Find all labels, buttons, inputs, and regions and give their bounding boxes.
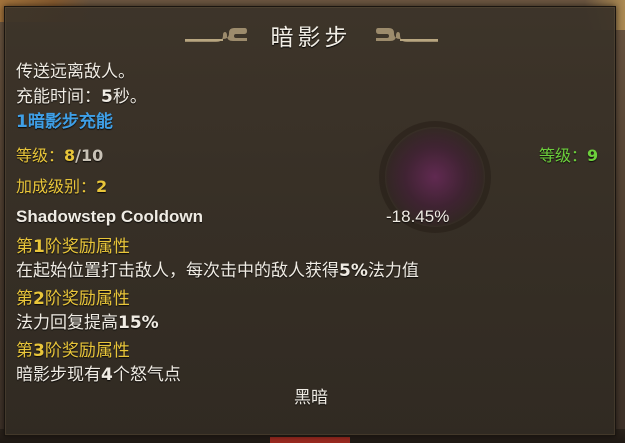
- level-right-label: 等级：: [539, 146, 588, 165]
- level-max: /10: [75, 146, 104, 165]
- tier-1-description: 在起始位置打击敌人，每次击中的敌人获得5%法力值: [16, 261, 419, 281]
- skill-tooltip: 暗影步 传送远离敌人。 充能时间：5秒。 1暗影步充能 等级：8/10 等级：9: [4, 6, 616, 436]
- level-right: 等级：9: [539, 143, 598, 169]
- cooldown-value: 5: [101, 87, 113, 107]
- bonus-rank-line: 加成级别：2: [16, 174, 107, 200]
- skill-tag: 黑暗: [294, 388, 328, 408]
- cooldown-unit: 秒。: [112, 87, 147, 107]
- level-current: 8: [64, 146, 76, 165]
- level-line: 等级：8/10: [16, 143, 103, 169]
- cooldown-line: 充能时间：5秒。: [16, 84, 147, 110]
- level-label: 等级：: [16, 146, 65, 165]
- stat-value: -18.45%: [386, 207, 450, 226]
- ornament-left-icon: [184, 28, 247, 42]
- ornament-right-icon: [375, 28, 438, 42]
- game-screen: 暗影步 传送远离敌人。 充能时间：5秒。 1暗影步充能 等级：8/10 等级：9: [0, 0, 625, 443]
- level-right-value: 9: [587, 146, 599, 165]
- tier-2-label: 第2阶奖励属性: [16, 289, 130, 309]
- cooldown-label: 充能时间：: [16, 87, 101, 107]
- stat-name: Shadowstep Cooldown: [16, 207, 203, 226]
- tier-2-description: 法力回复提高15%: [16, 313, 159, 333]
- stat-line: Shadowstep Cooldown -18.45%: [16, 204, 611, 230]
- tier-3-label: 第3阶奖励属性: [16, 341, 130, 361]
- tier-1-label: 第1阶奖励属性: [16, 237, 130, 257]
- bonus-rank-label: 加成级别：: [16, 177, 97, 196]
- tooltip-header: 暗影步: [5, 15, 617, 55]
- charges-line: 1暗影步充能: [16, 112, 113, 132]
- skill-description: 传送远离敌人。: [16, 62, 135, 82]
- bottom-hud-accent: [270, 437, 350, 443]
- skill-title: 暗影步: [270, 25, 352, 51]
- bonus-rank-value: 2: [96, 177, 108, 196]
